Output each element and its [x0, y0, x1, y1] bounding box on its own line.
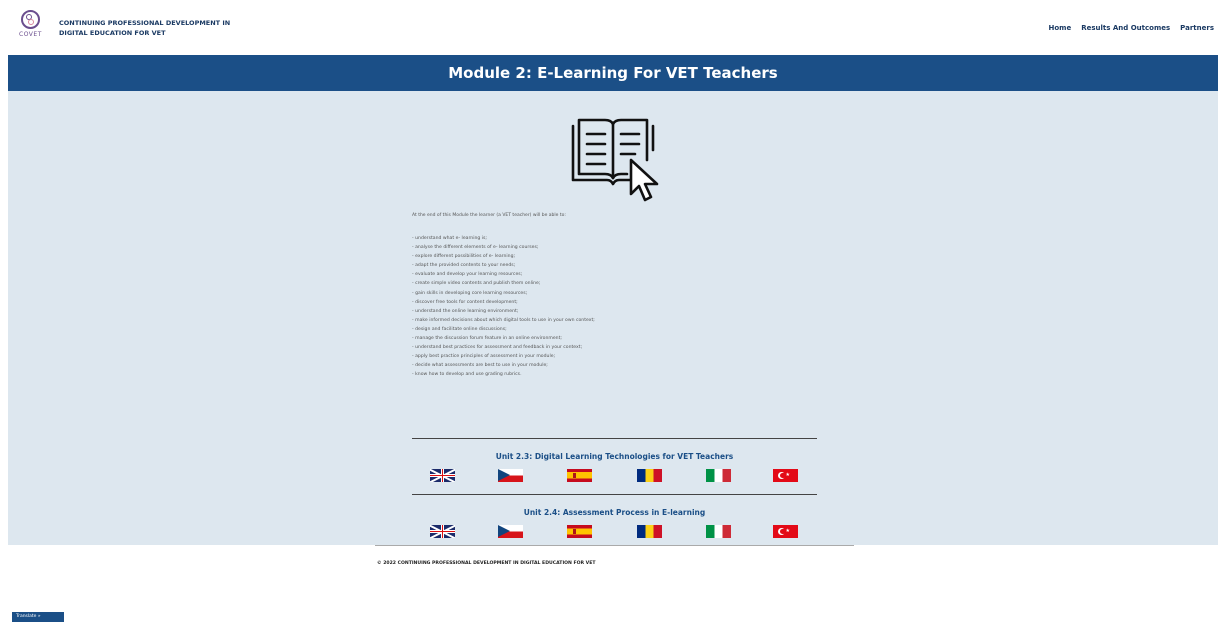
list-item: - discover free tools for content develo…	[412, 299, 518, 305]
list-item: - decide what assessments are best to us…	[412, 363, 548, 369]
module-title: Module 2: E-Learning For VET Teachers	[448, 64, 778, 82]
turkey-flag-icon[interactable]: ★	[773, 525, 798, 538]
romania-flag-icon[interactable]	[637, 469, 662, 482]
site-header: COVET CONTINUING PROFESSIONAL DEVELOPMEN…	[0, 0, 1218, 55]
footer-divider	[375, 545, 854, 546]
czech-flag-icon[interactable]	[498, 525, 523, 538]
uk-flag-icon[interactable]	[430, 525, 455, 538]
turkey-flag-icon[interactable]: ★	[773, 469, 798, 482]
list-item: - apply best practice principles of asse…	[412, 354, 556, 360]
unit-2-3-title: Unit 2.3: Digital Learning Technologies …	[495, 452, 734, 461]
list-item: - explore different possibilities of e- …	[412, 254, 516, 260]
uk-flag-icon[interactable]	[430, 469, 455, 482]
copyright-text: © 2022 CONTINUING PROFESSIONAL DEVELOPME…	[377, 561, 596, 566]
covet-logo-icon[interactable]: COVET	[19, 10, 43, 42]
italy-flag-icon[interactable]	[706, 525, 731, 538]
module-intro: At the end of this Module the learner (a…	[412, 213, 566, 218]
divider	[412, 438, 817, 440]
site-title[interactable]: CONTINUING PROFESSIONAL DEVELOPMENT IN D…	[59, 18, 249, 38]
unit-2-4-title: Unit 2.4: Assessment Process in E-learni…	[523, 508, 706, 517]
logo-text: COVET	[19, 31, 42, 38]
unit-2-3-language-flags: ★	[412, 469, 817, 482]
open-book-cursor-icon	[571, 118, 659, 202]
list-item: - create simple video contents and publi…	[412, 281, 541, 287]
nav-results-and-outcomes[interactable]: Results And Outcomes	[1081, 24, 1170, 32]
main-nav: Home Results And Outcomes Partners	[1049, 24, 1214, 32]
unit-2-4-language-flags: ★	[412, 525, 817, 538]
list-item: - understand the online learning environ…	[412, 308, 519, 314]
spain-flag-icon[interactable]	[567, 525, 592, 538]
learning-objectives-list: - understand what e- learning is; - anal…	[412, 234, 595, 380]
list-item: - analyse the different elements of e- l…	[412, 245, 539, 251]
list-item: - know how to develop and use grading ru…	[412, 372, 522, 378]
list-item: - gain skills in developing core learnin…	[412, 290, 528, 296]
spain-flag-icon[interactable]	[567, 469, 592, 482]
module-banner: Module 2: E-Learning For VET Teachers	[8, 55, 1218, 91]
italy-flag-icon[interactable]	[706, 469, 731, 482]
list-item: - understand best practices for assessme…	[412, 345, 583, 351]
translate-button[interactable]: Translate »	[12, 612, 64, 622]
list-item: - make informed decisions about which di…	[412, 317, 595, 323]
list-item: - understand what e- learning is;	[412, 236, 487, 241]
czech-flag-icon[interactable]	[498, 469, 523, 482]
nav-home[interactable]: Home	[1049, 24, 1072, 32]
list-item: - adapt the provided contents to your ne…	[412, 263, 516, 269]
nav-partners[interactable]: Partners	[1180, 24, 1214, 32]
list-item: - evaluate and develop your learning res…	[412, 272, 523, 278]
list-item: - manage the discussion forum feature in…	[412, 336, 562, 342]
divider	[412, 494, 817, 496]
list-item: - design and facilitate online discussio…	[412, 326, 507, 332]
romania-flag-icon[interactable]	[637, 525, 662, 538]
